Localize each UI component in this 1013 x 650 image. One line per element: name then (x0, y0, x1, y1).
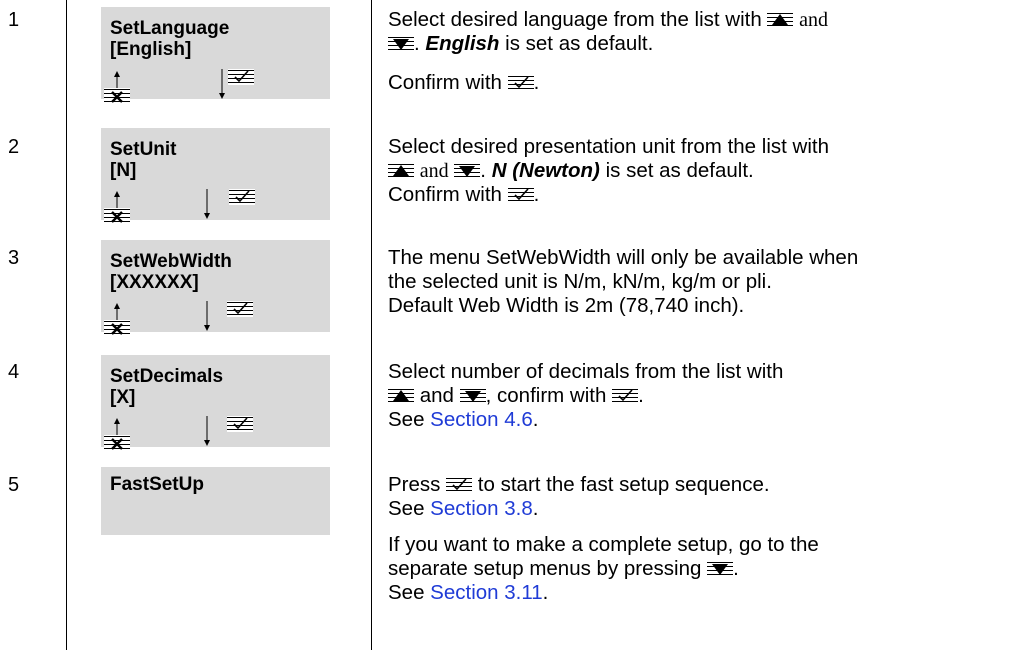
table-rule-right (371, 0, 372, 650)
screen-line-2: [XXXXXX] (110, 272, 199, 293)
checkmark-button-icon (446, 477, 472, 493)
description-line: Select desired presentation unit from th… (388, 135, 829, 158)
screen-line-1: SetUnit (110, 139, 177, 160)
arrow-up-button-icon (388, 388, 414, 404)
confirm-button-icon (203, 416, 263, 447)
description-line: and . N (Newton) is set as default. (388, 159, 998, 183)
arrow-down-button-icon (460, 388, 486, 404)
description-line: Select desired language from the list wi… (388, 8, 829, 31)
description-line: The menu SetWebWidth will only be availa… (388, 246, 859, 269)
description-line: Select number of decimals from the list … (388, 360, 784, 383)
section-link[interactable]: Section 3.8 (430, 497, 533, 520)
description-line: and , confirm with . (388, 384, 998, 408)
confirm-button-icon (203, 189, 263, 220)
step-description: Select number of decimals from the list … (388, 360, 998, 432)
arrow-down-button-icon (388, 36, 414, 52)
description-line: Confirm with . (388, 183, 540, 206)
arrow-up-button-icon (767, 12, 793, 28)
description-line: See Section 3.8. (388, 497, 539, 520)
section-link[interactable]: Section 3.11 (430, 581, 542, 604)
description-line: If you want to make a complete setup, go… (388, 533, 819, 556)
confirm-button-icon (203, 301, 263, 332)
escape-button-icon (104, 71, 134, 105)
display-screen: FastSetUp (101, 467, 330, 535)
screen-line-1: SetWebWidth (110, 251, 232, 272)
step-number: 5 (8, 474, 20, 496)
arrow-up-button-icon (388, 163, 414, 179)
arrow-down-button-icon (454, 163, 480, 179)
screen-line-1: SetLanguage (110, 18, 230, 39)
description-line: Press to start the fast setup sequence. (388, 473, 770, 496)
display-screen: SetLanguage [English] (101, 7, 330, 99)
escape-button-icon (104, 418, 134, 452)
screen-line-1: SetDecimals (110, 366, 224, 387)
description-line: . English is set as default. (388, 32, 998, 56)
description-line: See Section 4.6. (388, 408, 539, 431)
arrow-down-button-icon (707, 561, 733, 577)
step-description: Select desired presentation unit from th… (388, 135, 998, 207)
description-line: the selected unit is N/m, kN/m, kg/m or … (388, 270, 772, 293)
description-line: Confirm with . (388, 71, 540, 94)
description-line: separate setup menus by pressing . (388, 557, 739, 580)
table-rule-left (66, 0, 67, 650)
screen-line-2: [English] (110, 39, 192, 60)
checkmark-button-icon (508, 187, 534, 203)
confirm-button-icon (218, 69, 258, 100)
default-value: English (425, 32, 500, 55)
section-link[interactable]: Section 4.6 (430, 408, 533, 431)
description-line: Default Web Width is 2m (78,740 inch). (388, 294, 745, 317)
checkmark-button-icon (612, 388, 638, 404)
step-number: 4 (8, 361, 20, 383)
screen-line-1: FastSetUp (110, 474, 204, 495)
step-number: 1 (8, 9, 20, 31)
escape-button-icon (104, 303, 134, 337)
screen-line-2: [N] (110, 160, 137, 181)
description-line: See Section 3.11. (388, 581, 549, 604)
screen-line-2: [X] (110, 387, 136, 408)
default-value: N (Newton) (491, 159, 600, 182)
step-description: The menu SetWebWidth will only be availa… (388, 246, 998, 318)
step-number: 2 (8, 136, 20, 158)
step-number: 3 (8, 247, 20, 269)
escape-button-icon (104, 191, 134, 225)
checkmark-button-icon (508, 75, 534, 91)
step-description: Select desired language from the list wi… (388, 8, 998, 95)
step-description: Press to start the fast setup sequence. … (388, 473, 998, 605)
